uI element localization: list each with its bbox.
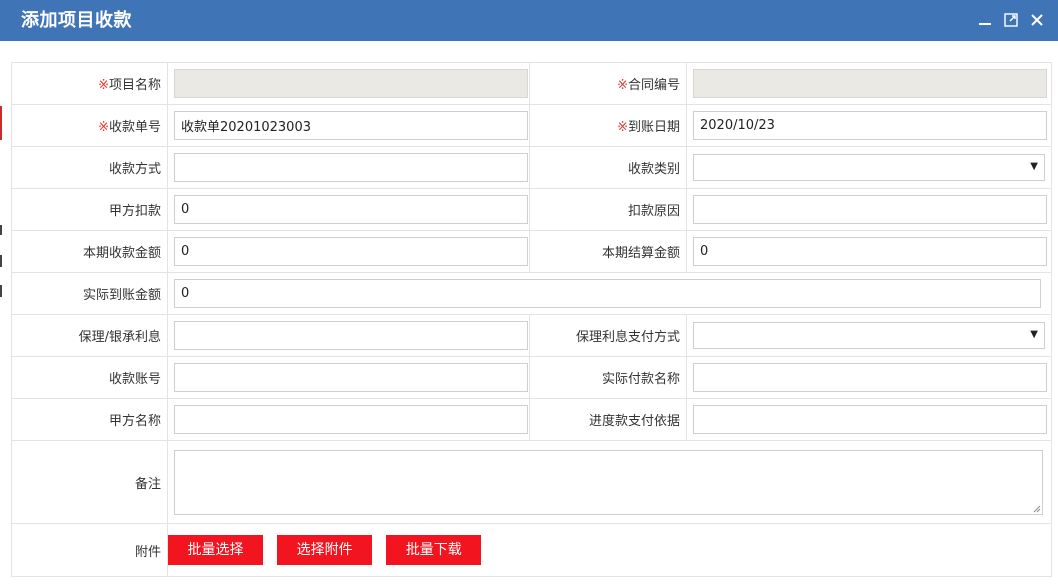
party-a-name-label: 甲方名称 (11, 398, 168, 441)
payment-form: ※项目名称 ※合同编号 ※收款单号 ※到账日期 收款方式 收款类别 ▼ 甲方扣款… (11, 62, 1052, 577)
close-icon[interactable] (1029, 12, 1045, 28)
arrival-date-field[interactable] (693, 111, 1047, 140)
dialog-titlebar: 添加项目收款 (0, 0, 1058, 41)
receipt-no-field[interactable] (174, 111, 528, 140)
current-settlement-amount-field[interactable] (693, 237, 1047, 266)
arrival-date-label: ※到账日期 (529, 104, 687, 147)
factoring-interest-field[interactable] (174, 321, 528, 350)
project-name-label: ※项目名称 (11, 62, 168, 105)
deduction-reason-label: 扣款原因 (529, 188, 687, 231)
minimize-icon[interactable] (977, 12, 993, 28)
form-row-actual: 实际到账金额 (11, 272, 1052, 315)
background-edge-strip (0, 225, 2, 235)
background-edge-strip (0, 255, 2, 267)
remarks-label: 备注 (11, 440, 168, 524)
progress-payment-basis-field[interactable] (693, 405, 1047, 434)
payment-method-label: 收款方式 (11, 146, 168, 189)
form-row-remarks: 备注 (11, 440, 1052, 524)
project-name-field[interactable] (174, 69, 528, 98)
batch-select-button[interactable]: 批量选择 (168, 535, 263, 565)
form-row-project: ※项目名称 ※合同编号 (11, 62, 1052, 105)
actual-payer-name-field[interactable] (693, 363, 1047, 392)
select-attachment-button[interactable]: 选择附件 (277, 535, 373, 565)
current-settlement-amount-label: 本期结算金额 (529, 230, 687, 273)
dropdown-arrow-icon: ▼ (1030, 161, 1038, 172)
remarks-textarea[interactable] (174, 449, 1043, 515)
dialog-title: 添加项目收款 (21, 10, 132, 31)
form-row-amount: 本期收款金额 本期结算金额 (11, 230, 1052, 273)
form-row-attachment: 附件 批量选择 选择附件 批量下载 (11, 523, 1052, 577)
payment-category-select[interactable]: ▼ (693, 154, 1045, 181)
contract-no-label: ※合同编号 (529, 62, 687, 105)
form-row-method: 收款方式 收款类别 ▼ (11, 146, 1052, 189)
deduction-reason-field[interactable] (693, 195, 1047, 224)
party-a-deduction-field[interactable] (174, 195, 528, 224)
form-row-account: 收款账号 实际付款名称 (11, 356, 1052, 399)
receipt-account-field[interactable] (174, 363, 528, 392)
payment-method-field[interactable] (174, 153, 528, 182)
background-edge-strip (0, 285, 2, 297)
receipt-no-label: ※收款单号 (11, 104, 168, 147)
receipt-account-label: 收款账号 (11, 356, 168, 399)
payment-category-label: 收款类别 (529, 146, 687, 189)
dropdown-arrow-icon: ▼ (1030, 329, 1038, 340)
form-row-factoring: 保理/银承利息 保理利息支付方式 ▼ (11, 314, 1052, 357)
maximize-icon[interactable] (1003, 12, 1019, 28)
factoring-interest-label: 保理/银承利息 (11, 314, 168, 357)
resize-grip-icon[interactable] (1033, 505, 1041, 513)
form-row-deduction: 甲方扣款 扣款原因 (11, 188, 1052, 231)
attachment-label: 附件 (11, 523, 168, 577)
progress-payment-basis-label: 进度款支付依据 (529, 398, 687, 441)
current-receipt-amount-label: 本期收款金额 (11, 230, 168, 273)
party-a-name-field[interactable] (174, 405, 528, 434)
actual-payer-name-label: 实际付款名称 (529, 356, 687, 399)
actual-arrival-amount-label: 实际到账金额 (11, 272, 168, 315)
current-receipt-amount-field[interactable] (174, 237, 528, 266)
background-edge-strip (0, 106, 2, 140)
party-a-deduction-label: 甲方扣款 (11, 188, 168, 231)
interest-payment-method-label: 保理利息支付方式 (529, 314, 687, 357)
contract-no-field[interactable] (693, 69, 1047, 98)
batch-download-button[interactable]: 批量下载 (386, 535, 482, 565)
form-row-party: 甲方名称 进度款支付依据 (11, 398, 1052, 441)
form-row-receipt: ※收款单号 ※到账日期 (11, 104, 1052, 147)
interest-payment-method-select[interactable]: ▼ (693, 322, 1045, 349)
actual-arrival-amount-field[interactable] (174, 279, 1041, 308)
